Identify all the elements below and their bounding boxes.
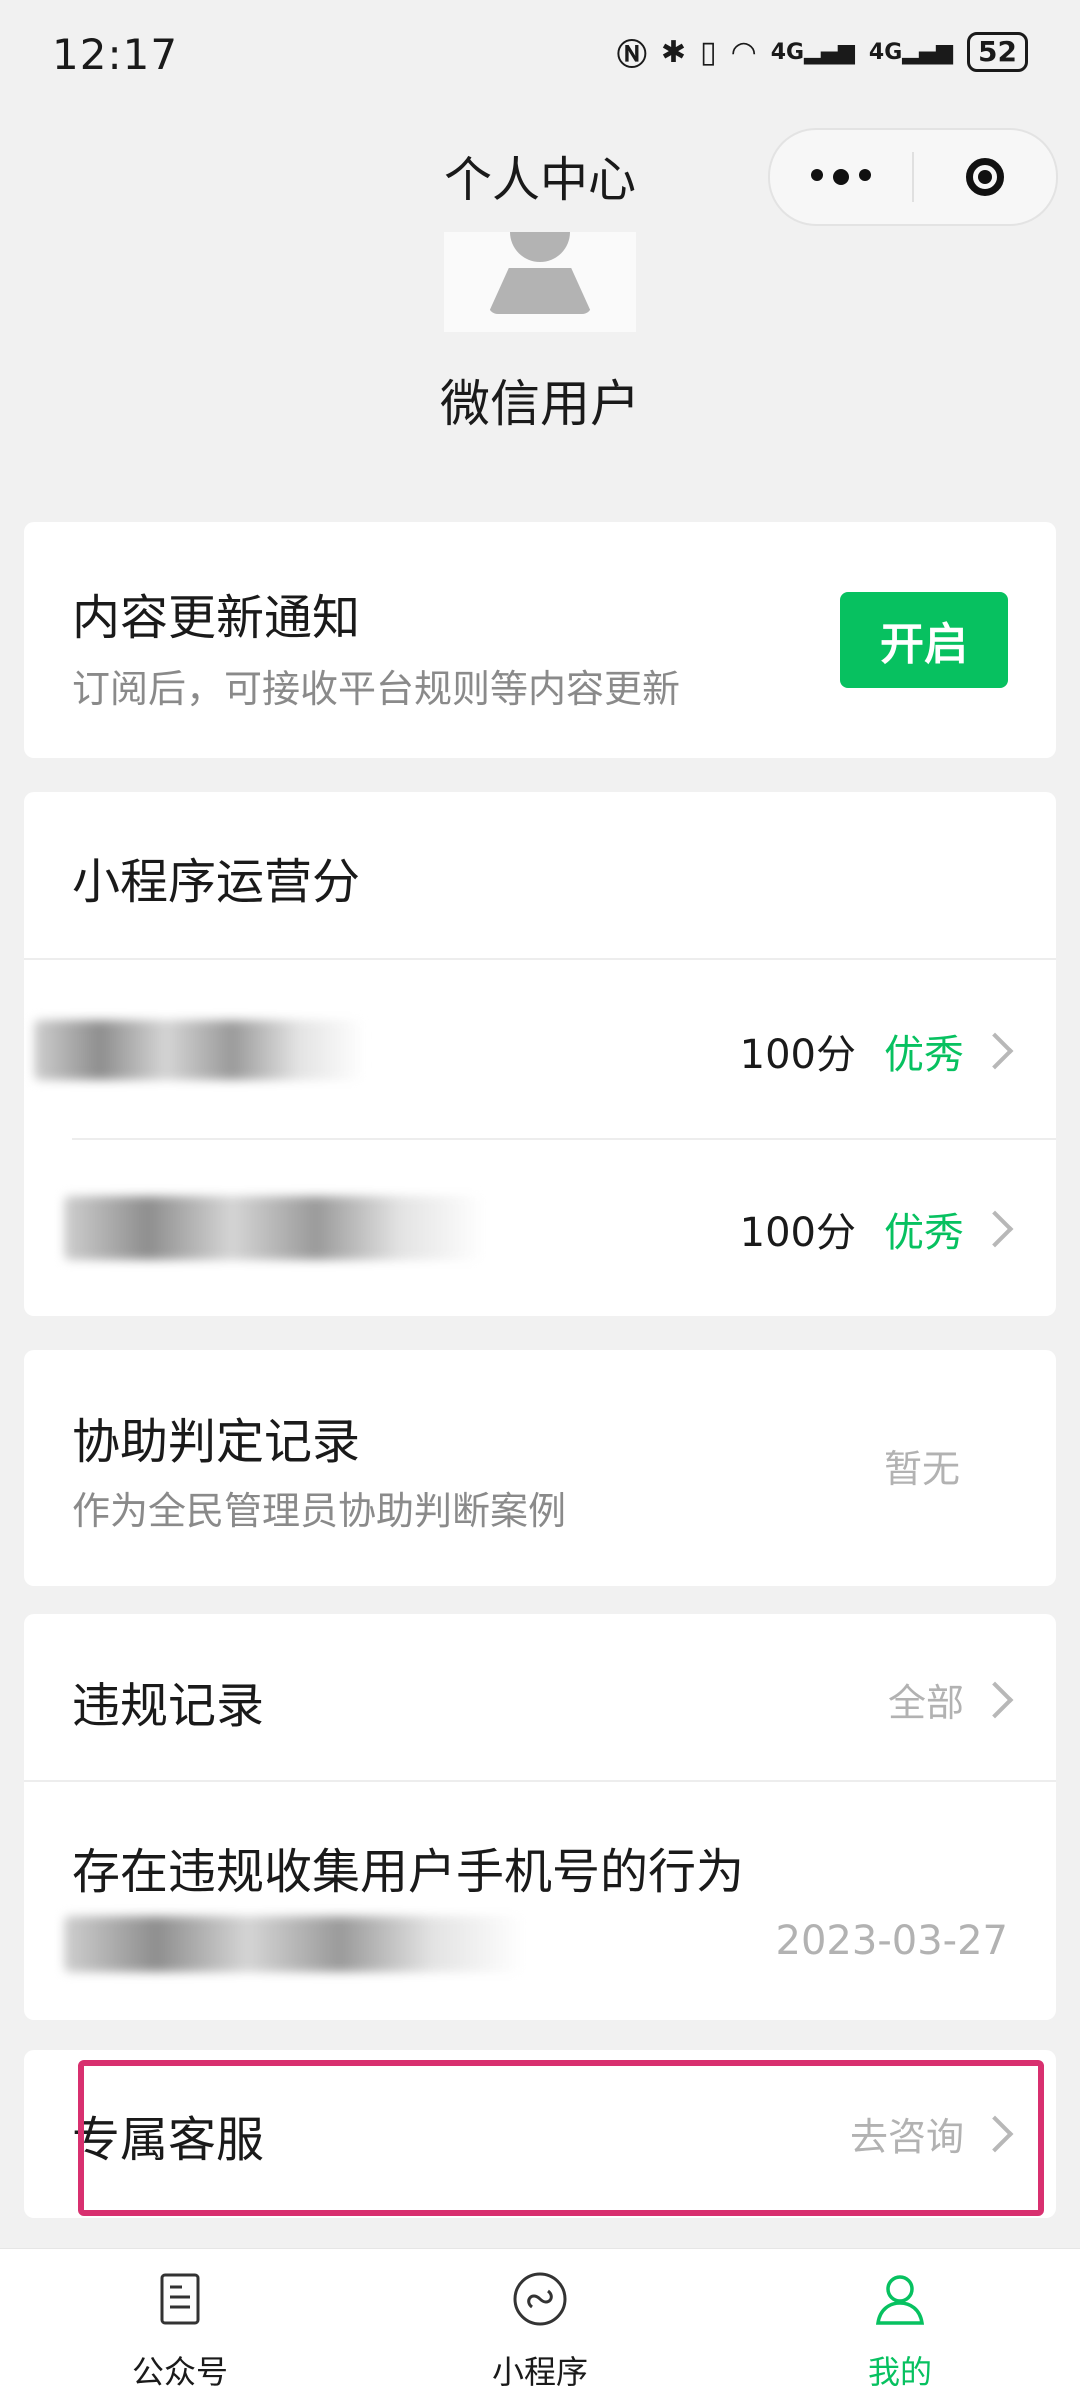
operation-score-card: 小程序运营分 100分 优秀 100分 优秀 [24, 792, 1056, 1316]
capsule-menu [768, 128, 1058, 226]
miniprogram-icon [513, 2272, 567, 2326]
bottom-tab-bar: 公众号 小程序 我的 [0, 2248, 1080, 2401]
score-row[interactable]: 100分 优秀 [24, 1140, 1056, 1316]
tab-label: 小程序 [491, 2353, 588, 2391]
view-all-link: 全部 [887, 1681, 964, 1725]
signal-icon: 4G▂▄▆ [770, 39, 855, 65]
notify-subtitle: 订阅后，可接收平台规则等内容更新 [72, 667, 681, 711]
enable-notify-button[interactable]: 开启 [840, 592, 1008, 688]
signal-icon: 4G▂▄▆ [868, 39, 954, 65]
user-nickname: 微信用户 [440, 375, 640, 433]
notify-title: 内容更新通知 [72, 590, 361, 646]
tab-label: 我的 [867, 2353, 932, 2391]
blurred-name [34, 1020, 364, 1080]
close-target-icon[interactable] [914, 158, 1056, 196]
tab-mine[interactable]: 我的 [780, 2269, 1020, 2393]
wifi-icon: ◠ [730, 34, 757, 70]
chevron-right-icon [976, 1210, 1014, 1248]
status-time: 12:17 [52, 30, 179, 79]
bluetooth-icon: ✱ [660, 34, 687, 70]
avatar[interactable] [444, 232, 636, 332]
score-value: 100分 [739, 1032, 856, 1078]
content-update-card: 内容更新通知 订阅后，可接收平台规则等内容更新 开启 [24, 522, 1056, 758]
user-icon [875, 2275, 925, 2325]
more-icon[interactable] [770, 169, 912, 185]
violation-header-row[interactable]: 违规记录 全部 [24, 1614, 1056, 1780]
assist-status: 暂无 [883, 1447, 960, 1491]
violation-record-title: 存在违规收集用户手机号的行为 [72, 1844, 745, 1900]
violation-record-card: 违规记录 全部 存在违规收集用户手机号的行为 2023-03-27 [24, 1614, 1056, 2020]
chevron-right-icon [976, 1032, 1014, 1070]
assist-record-card[interactable]: 协助判定记录 作为全民管理员协助判断案例 暂无 [24, 1350, 1056, 1586]
divider [24, 1780, 1056, 1782]
tab-mini-program[interactable]: 小程序 [420, 2269, 660, 2393]
nfc-icon: Ⓝ [616, 38, 647, 73]
battery-icon: 52 [967, 32, 1028, 72]
blurred-app-name [64, 1916, 524, 1972]
blurred-name [64, 1196, 484, 1260]
assist-subtitle: 作为全民管理员协助判断案例 [72, 1489, 567, 1533]
score-row[interactable]: 100分 优秀 [24, 960, 1056, 1138]
violation-title: 违规记录 [72, 1678, 265, 1734]
score-rating: 优秀 [884, 1032, 964, 1078]
tab-official-account[interactable]: 公众号 [60, 2269, 300, 2393]
article-icon [160, 2273, 200, 2325]
score-card-title: 小程序运营分 [72, 854, 361, 910]
violation-date: 2023-03-27 [775, 1918, 1008, 1964]
vibrate-icon: ▯ [700, 34, 717, 70]
assist-title: 协助判定记录 [72, 1414, 361, 1470]
tab-label: 公众号 [131, 2353, 228, 2391]
status-icons: Ⓝ ✱ ▯ ◠ 4G▂▄▆ 4G▂▄▆ 52 [617, 30, 1028, 74]
score-value: 100分 [739, 1210, 856, 1256]
highlight-box [78, 2060, 1044, 2216]
score-rating: 优秀 [884, 1210, 964, 1256]
chevron-right-icon [976, 1681, 1014, 1718]
status-bar: 12:17 Ⓝ ✱ ▯ ◠ 4G▂▄▆ 4G▂▄▆ 52 [0, 0, 1080, 110]
